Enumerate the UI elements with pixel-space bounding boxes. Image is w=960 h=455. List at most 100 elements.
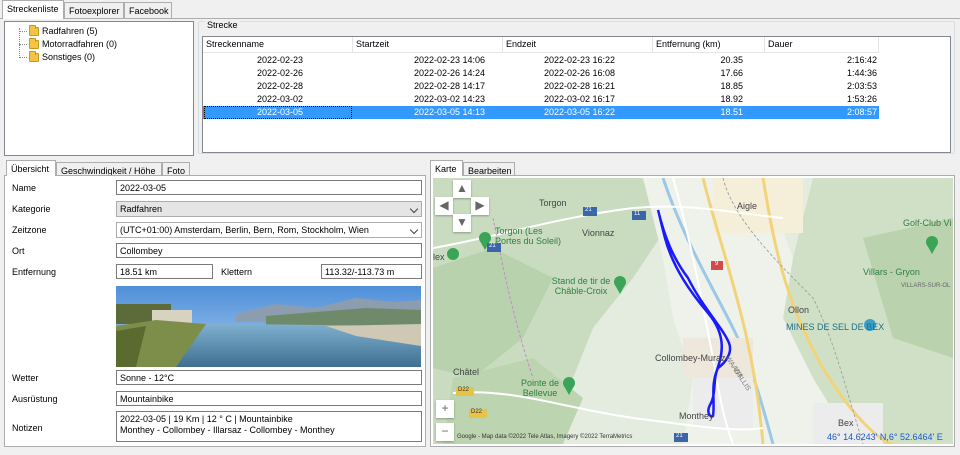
table-cell-name: 2022-02-26 <box>256 68 303 78</box>
ausruestung-field[interactable]: Mountainbike <box>116 391 422 406</box>
name-field[interactable]: 2022-03-05 <box>116 180 422 195</box>
map-label: Pointe de Bellevue <box>520 378 560 398</box>
wetter-label: Wetter <box>12 373 39 383</box>
map-label: Villars - Gryon <box>863 267 920 277</box>
table-cell-start: 2022-02-26 14:24 <box>413 68 485 78</box>
map-label: Golf-Club Vi <box>903 218 952 228</box>
zeitzone-value: (UTC+01:00) Amsterdam, Berlin, Bern, Rom… <box>120 225 369 235</box>
zeitzone-select[interactable]: (UTC+01:00) Amsterdam, Berlin, Bern, Rom… <box>116 222 422 238</box>
map-label: Châtel <box>453 367 480 377</box>
strecke-group-label: Strecke <box>205 20 240 30</box>
ausruestung-label: Ausrüstung <box>12 394 58 404</box>
map-label: Torgon (Les Portes du Soleil) <box>495 226 562 246</box>
map-label: lex <box>433 252 445 262</box>
pan-left-button[interactable]: ◀ <box>435 197 453 215</box>
tab-divider <box>0 18 960 19</box>
table-row[interactable]: 2022-03-05 2022-03-05 14:13 2022-03-05 16:… <box>203 106 879 119</box>
route-photo <box>116 286 421 367</box>
table-row[interactable]: 2022-02-23 2022-02-23 14:06 2022-02-23 16:… <box>203 54 879 67</box>
table-cell-dist: 18.92 <box>720 94 743 104</box>
table-cell-end: 2022-02-23 16:22 <box>543 55 615 65</box>
map-label: MINES DE SEL DE BEX <box>786 322 885 332</box>
road-number: D22 <box>458 387 470 393</box>
column-header-streckenname[interactable]: Streckenname <box>203 37 353 53</box>
tab-fotoexplorer[interactable]: Fotoexplorer <box>64 2 124 18</box>
zoom-out-button[interactable]: − <box>436 423 454 441</box>
notizen-line: Monthey - Collombey - Illarsaz - Collomb… <box>120 425 335 435</box>
table-row[interactable]: 2022-03-02 2022-03-02 14:23 2022-03-02 16:… <box>203 93 879 106</box>
klettern-label: Klettern <box>221 267 253 277</box>
road-number: 21 <box>585 207 592 213</box>
road-number: 11 <box>634 211 641 217</box>
notizen-line: 2022-03-05 | 19 Km | 12 ° C | Mountainbi… <box>120 414 293 424</box>
table-cell-dur: 1:44:36 <box>846 68 877 78</box>
table-cell-dist: 20.35 <box>720 55 743 65</box>
kategorie-value: Radfahren <box>120 204 163 214</box>
table-cell-dur: 2:08:57 <box>846 107 877 117</box>
tab-uebersicht[interactable]: Übersicht <box>6 160 56 176</box>
entfernung-field[interactable]: 18.51 km <box>116 264 213 279</box>
map-label: Collombey-Muraz <box>655 353 726 363</box>
ort-label: Ort <box>12 246 25 256</box>
entfernung-label: Entfernung <box>12 267 57 277</box>
map-view[interactable]: Torgon Torgon (Les Portes du Soleil) Vio… <box>433 178 953 444</box>
tab-streckenliste[interactable]: Streckenliste <box>2 0 64 19</box>
strecke-table[interactable]: Streckenname Startzeit Endzeit Entfernun… <box>202 36 951 153</box>
pan-down-button[interactable]: ▼ <box>453 214 471 232</box>
name-label: Name <box>12 183 37 193</box>
column-header-endzeit[interactable]: Endzeit <box>503 37 653 53</box>
tab-geschwindigkeit-hoehe[interactable]: Geschwindigkeit / Höhe <box>56 162 162 176</box>
tree-item-label: Radfahren (5) <box>42 26 98 36</box>
tab-facebook[interactable]: Facebook <box>124 2 172 18</box>
column-header-entfernung[interactable]: Entfernung (km) <box>653 37 765 53</box>
folder-icon <box>29 50 39 62</box>
table-cell-name: 2022-03-05 <box>256 107 303 117</box>
map-label: Bex <box>838 418 854 428</box>
column-header-dauer[interactable]: Dauer <box>765 37 879 53</box>
table-cell-dist: 18.51 <box>720 107 743 117</box>
map-label: Monthey <box>679 411 714 421</box>
map-label: Aigle <box>737 201 758 211</box>
table-row[interactable]: 2022-02-26 2022-02-26 14:24 2022-02-26 16:… <box>203 67 879 80</box>
table-cell-end: 2022-03-05 16:22 <box>543 107 615 117</box>
map-pin <box>447 248 459 260</box>
table-cell-start: 2022-03-05 14:13 <box>413 107 485 117</box>
folder-icon <box>29 24 39 36</box>
column-header-startzeit[interactable]: Startzeit <box>353 37 503 53</box>
notizen-textarea[interactable]: 2022-03-05 | 19 Km | 12 ° C | Mountainbi… <box>116 411 422 442</box>
tree-item-label: Sonstiges (0) <box>42 52 96 62</box>
tab-foto[interactable]: Foto <box>162 162 190 176</box>
chevron-down-icon <box>409 225 419 235</box>
pan-up-button[interactable]: ▲ <box>453 180 471 198</box>
table-cell-end: 2022-02-28 16:21 <box>543 81 615 91</box>
zoom-in-button[interactable]: + <box>436 400 454 418</box>
wetter-field[interactable]: Sonne - 12°C <box>116 370 422 385</box>
table-cell-dist: 17.66 <box>720 68 743 78</box>
kategorie-select[interactable]: Radfahren <box>116 201 422 217</box>
tree-connector <box>19 43 27 45</box>
tab-karte[interactable]: Karte <box>430 160 463 176</box>
map-label: VILLARS-SUR-OL <box>901 283 951 289</box>
map-label: Stand de tir de Châble-Croix <box>551 276 611 296</box>
category-tree[interactable]: Radfahren (5) Motorradfahren (0) Sonstig… <box>4 21 194 156</box>
table-cell-start: 2022-02-23 14:06 <box>413 55 485 65</box>
tree-item-sonstiges[interactable]: Sonstiges (0) <box>19 50 96 63</box>
tab-bearbeiten[interactable]: Bearbeiten <box>463 162 515 176</box>
chevron-down-icon <box>409 204 419 214</box>
notizen-label: Notizen <box>12 423 43 433</box>
map-label: Ollon <box>788 305 810 315</box>
klettern-field[interactable]: 113.32/-113.73 m <box>321 264 422 279</box>
table-row[interactable]: 2022-02-28 2022-02-28 14:17 2022-02-28 16:… <box>203 80 879 93</box>
tree-item-radfahren[interactable]: Radfahren (5) <box>19 24 98 37</box>
table-cell-dur: 2:16:42 <box>846 55 877 65</box>
map-canvas <box>433 178 953 444</box>
kategorie-label: Kategorie <box>12 204 51 214</box>
table-cell-dur: 1:53:26 <box>846 94 877 104</box>
map-attribution: Google - Map data ©2022 Tele Atlas, Imag… <box>457 434 633 440</box>
tree-item-label: Motorradfahren (0) <box>42 39 118 49</box>
tree-item-motorradfahren[interactable]: Motorradfahren (0) <box>19 37 118 50</box>
pan-right-button[interactable]: ▶ <box>471 197 489 215</box>
folder-icon <box>29 37 39 49</box>
ort-field[interactable]: Collombey <box>116 243 422 258</box>
road-number: 9 <box>715 261 719 267</box>
